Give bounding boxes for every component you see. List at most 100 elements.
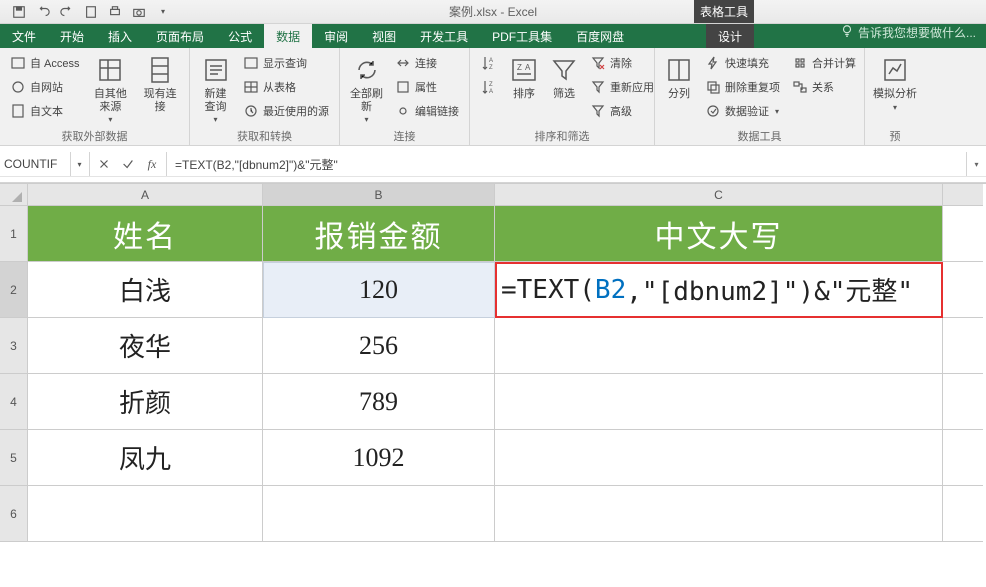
clear-filter-button[interactable]: 清除 [586, 52, 658, 74]
refresh-all-button[interactable]: 全部刷新▾ [346, 52, 387, 126]
print-preview-icon[interactable] [104, 2, 126, 22]
properties-button[interactable]: 属性 [391, 76, 463, 98]
cell-d6[interactable] [943, 486, 983, 542]
col-header-a[interactable]: A [28, 184, 263, 206]
cell-c2-editing[interactable]: =TEXT(B2,"[dbnum2]")&"元整" [495, 262, 943, 318]
select-all-corner[interactable] [0, 184, 28, 206]
col-header-blank[interactable] [943, 184, 983, 206]
connections-button[interactable]: 连接 [391, 52, 463, 74]
consolidate-icon [792, 55, 808, 71]
save-icon[interactable] [8, 2, 30, 22]
ribbon-group-data-tools: 分列 快速填充 删除重复项 数据验证▾ 合并计算 关系 . 数据工具 [655, 48, 865, 145]
name-box-input[interactable] [0, 157, 70, 171]
col-header-b[interactable]: B [263, 184, 495, 206]
cell-d5[interactable] [943, 430, 983, 486]
cell-a1[interactable]: 姓名 [28, 206, 263, 262]
remove-duplicates-button[interactable]: 删除重复项 [701, 76, 784, 98]
advanced-filter-button[interactable]: 高级 [586, 100, 658, 122]
from-other-sources-button[interactable]: 自其他来源▾ [88, 52, 134, 126]
cell-d4[interactable] [943, 374, 983, 430]
cell-c1[interactable]: 中文大写 [495, 206, 943, 262]
cell-b3[interactable]: 256 [263, 318, 495, 374]
tell-me-search[interactable]: 告诉我您想要做什么... [840, 24, 976, 41]
row-header-2[interactable]: 2 [0, 262, 28, 318]
tab-design[interactable]: 设计 [706, 24, 754, 48]
tab-review[interactable]: 审阅 [312, 24, 360, 48]
reapply-button[interactable]: 重新应用 [586, 76, 658, 98]
filter-button[interactable]: 筛选 [546, 52, 582, 103]
relationships-button[interactable]: 关系 [788, 76, 860, 98]
cancel-edit-button[interactable] [92, 152, 116, 176]
cell-b5[interactable]: 1092 [263, 430, 495, 486]
text-icon [10, 103, 26, 119]
tab-baidu[interactable]: 百度网盘 [564, 24, 636, 48]
from-web-button[interactable]: 自网站 [6, 76, 84, 98]
sort-desc-button[interactable]: ZA [476, 76, 502, 98]
new-file-icon[interactable] [80, 2, 102, 22]
tab-home[interactable]: 开始 [48, 24, 96, 48]
row-header-5[interactable]: 5 [0, 430, 28, 486]
sort-asc-button[interactable]: AZ [476, 52, 502, 74]
cell-c6[interactable] [495, 486, 943, 542]
tab-developer[interactable]: 开发工具 [408, 24, 480, 48]
label: 新建 查询 [205, 88, 227, 113]
row-header-1[interactable]: 1 [0, 206, 28, 262]
cell-b1[interactable]: 报销金额 [263, 206, 495, 262]
insert-function-button[interactable]: fx [140, 152, 164, 176]
formula-input[interactable] [167, 152, 966, 176]
qat-customize-icon[interactable]: ▾ [152, 2, 174, 22]
cell-b6[interactable] [263, 486, 495, 542]
formula-bar-expand-icon[interactable]: ▾ [966, 152, 986, 176]
from-access-button[interactable]: 自 Access [6, 52, 84, 74]
cell-d2[interactable] [943, 262, 983, 318]
new-query-button[interactable]: 新建 查询▾ [196, 52, 235, 126]
tab-insert[interactable]: 插入 [96, 24, 144, 48]
cell-b4[interactable]: 789 [263, 374, 495, 430]
label: 模拟分析 [873, 88, 917, 101]
name-box[interactable]: ▾ [0, 152, 90, 176]
cell-a5[interactable]: 凤九 [28, 430, 263, 486]
from-table-button[interactable]: 从表格 [239, 76, 333, 98]
cell-c3[interactable] [495, 318, 943, 374]
undo-icon[interactable] [32, 2, 54, 22]
edit-links-button[interactable]: 编辑链接 [391, 100, 463, 122]
tab-formulas[interactable]: 公式 [216, 24, 264, 48]
row-header-4[interactable]: 4 [0, 374, 28, 430]
existing-connections-button[interactable]: 现有连接 [137, 52, 183, 115]
cell-a2[interactable]: 白浅 [28, 262, 263, 318]
camera-icon[interactable] [128, 2, 150, 22]
cell-d3[interactable] [943, 318, 983, 374]
tab-pdf[interactable]: PDF工具集 [480, 24, 564, 48]
name-box-dropdown-icon[interactable]: ▾ [70, 152, 88, 176]
worksheet-grid[interactable]: A B C 1 姓名 报销金额 中文大写 2 白浅 120 =TEXT(B2,"… [0, 183, 986, 542]
redo-icon[interactable] [56, 2, 78, 22]
recent-sources-button[interactable]: 最近使用的源 [239, 100, 333, 122]
what-if-button[interactable]: 模拟分析▾ [871, 52, 919, 114]
flash-fill-button[interactable]: 快速填充 [701, 52, 784, 74]
cell-a6[interactable] [28, 486, 263, 542]
text-to-columns-button[interactable]: 分列 [661, 52, 697, 103]
consolidate-button[interactable]: 合并计算 [788, 52, 860, 74]
sort-button[interactable]: ZA排序 [506, 52, 542, 103]
cell-b2[interactable]: 120 [263, 262, 495, 318]
row-header-6[interactable]: 6 [0, 486, 28, 542]
from-text-button[interactable]: 自文本 [6, 100, 84, 122]
label: 编辑链接 [415, 103, 459, 119]
row-header-3[interactable]: 3 [0, 318, 28, 374]
cell-c5[interactable] [495, 430, 943, 486]
tab-page-layout[interactable]: 页面布局 [144, 24, 216, 48]
data-validation-button[interactable]: 数据验证▾ [701, 100, 784, 122]
cell-a4[interactable]: 折颜 [28, 374, 263, 430]
col-header-c[interactable]: C [495, 184, 943, 206]
svg-text:Z: Z [489, 82, 493, 88]
cell-d1[interactable] [943, 206, 983, 262]
confirm-edit-button[interactable] [116, 152, 140, 176]
group-title: 数据工具 [661, 127, 858, 145]
tab-data[interactable]: 数据 [264, 24, 312, 48]
tab-view[interactable]: 视图 [360, 24, 408, 48]
svg-text:A: A [489, 89, 493, 95]
cell-a3[interactable]: 夜华 [28, 318, 263, 374]
tab-file[interactable]: 文件 [0, 24, 48, 48]
show-queries-button[interactable]: 显示查询 [239, 52, 333, 74]
cell-c4[interactable] [495, 374, 943, 430]
